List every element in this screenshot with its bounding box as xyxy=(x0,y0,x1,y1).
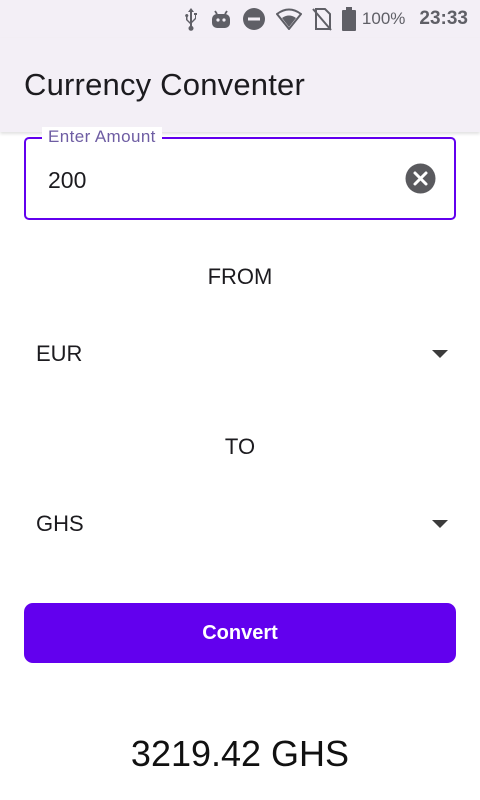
dropdown-arrow-icon xyxy=(432,350,448,358)
from-label: FROM xyxy=(207,264,273,289)
wifi-icon xyxy=(275,8,302,30)
amount-input[interactable]: 200 xyxy=(48,167,86,194)
battery-percentage: 100% xyxy=(361,9,406,28)
conversion-result: 3219.42 GHS xyxy=(130,733,350,774)
android-debug-icon xyxy=(210,8,232,30)
page-title: Currency Conventer xyxy=(24,67,305,102)
amount-field[interactable]: Enter Amount 200 xyxy=(24,127,456,220)
app-bar: Currency Conventer xyxy=(0,38,480,132)
clear-icon[interactable] xyxy=(405,163,436,194)
from-currency-spinner[interactable]: EUR xyxy=(24,328,456,380)
battery-icon xyxy=(341,7,356,31)
status-bar: 100% 23:33 xyxy=(0,0,480,38)
convert-button[interactable]: Convert xyxy=(24,603,456,663)
usb-icon xyxy=(182,7,200,31)
no-sim-icon xyxy=(312,7,332,31)
from-currency-value: EUR xyxy=(36,341,83,366)
do-not-disturb-icon xyxy=(242,7,266,31)
clock: 23:33 xyxy=(419,8,468,29)
to-currency-value: GHS xyxy=(36,511,84,536)
amount-label: Enter Amount xyxy=(42,127,162,147)
to-currency-spinner[interactable]: GHS xyxy=(24,498,456,550)
to-label: TO xyxy=(224,434,256,459)
dropdown-arrow-icon xyxy=(432,520,448,528)
